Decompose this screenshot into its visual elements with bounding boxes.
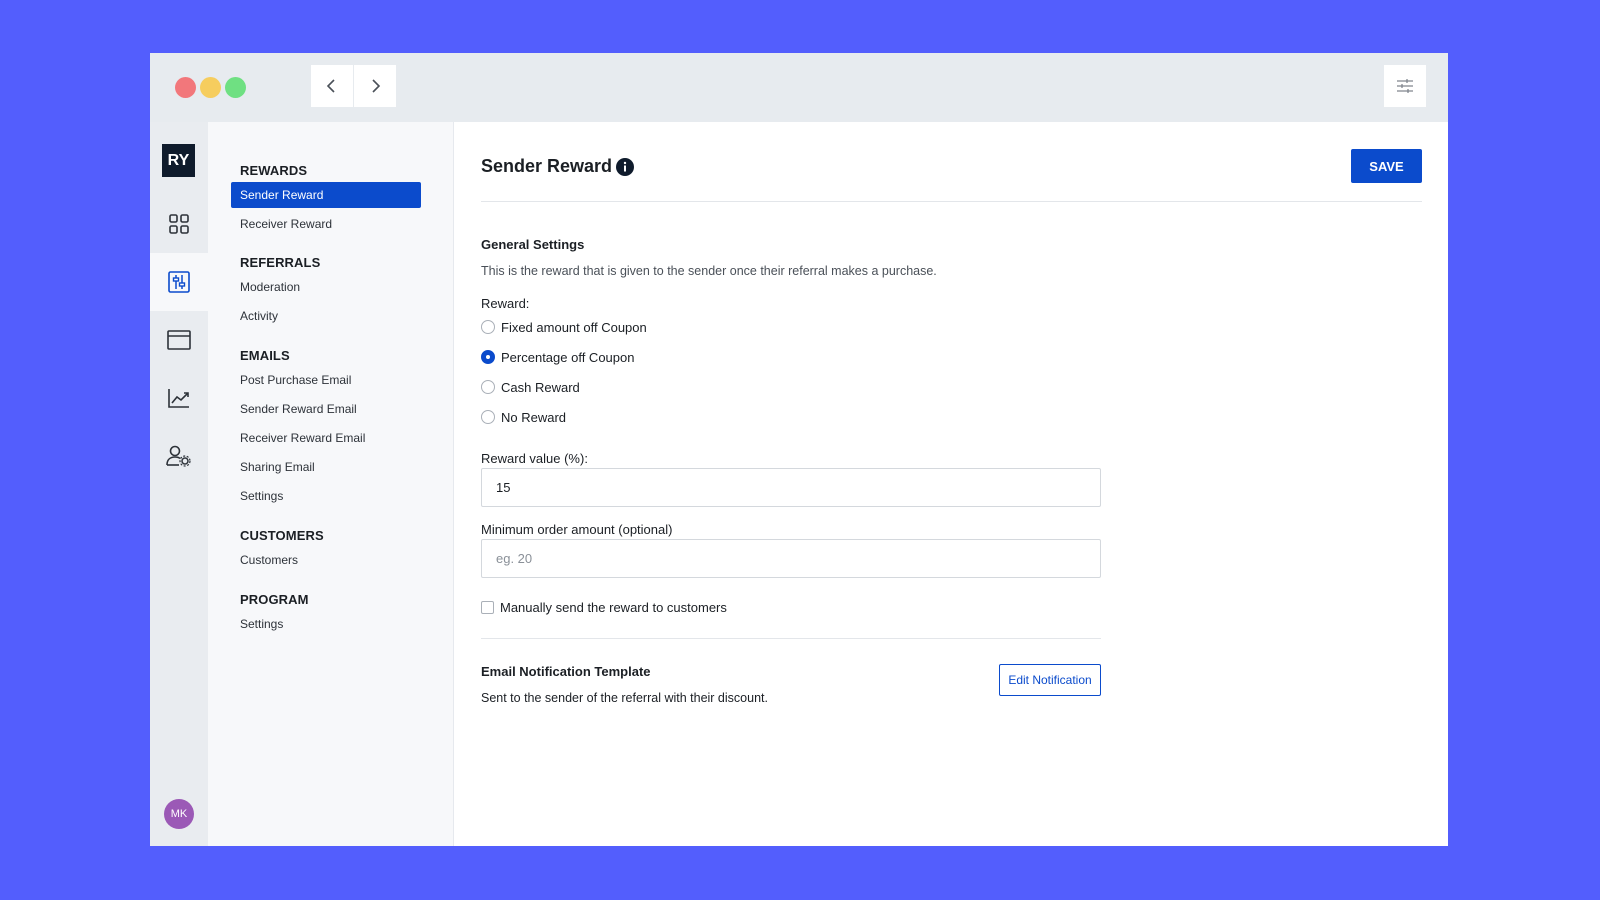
sidebar-item-sharing-email[interactable]: Sharing Email [231, 454, 421, 480]
rail-item-settings[interactable] [150, 253, 208, 311]
chevron-right-icon [372, 79, 381, 93]
minimum-order-input[interactable] [481, 539, 1101, 578]
info-icon[interactable] [616, 158, 634, 176]
radio-button[interactable] [481, 410, 495, 424]
trending-chart-icon [168, 389, 189, 408]
rail-item-users[interactable] [150, 427, 208, 485]
browser-window-icon [167, 330, 191, 350]
sidebar-item-receiver-reward[interactable]: Receiver Reward [231, 211, 421, 237]
edit-notification-button[interactable]: Edit Notification [999, 664, 1101, 696]
sidebar-item-customers[interactable]: Customers [231, 547, 421, 573]
reward-value-label: Reward value (%): [481, 451, 588, 466]
sidebar-item-program-settings[interactable]: Settings [231, 611, 421, 637]
icon-rail: RY MK [150, 122, 208, 846]
radio-button[interactable] [481, 380, 495, 394]
radio-label: Fixed amount off Coupon [501, 319, 647, 335]
reward-option-none[interactable]: No Reward [481, 408, 566, 426]
section-title-referrals: REFERRALS [240, 255, 321, 270]
manual-send-checkbox[interactable] [481, 601, 494, 614]
close-window-button[interactable] [175, 77, 196, 98]
sidebar-item-activity[interactable]: Activity [231, 303, 421, 329]
settings-menu-button[interactable] [1384, 65, 1426, 107]
user-settings-icon [166, 445, 191, 467]
rail-item-pages[interactable] [150, 311, 208, 369]
rail-item-analytics[interactable] [150, 369, 208, 427]
app-logo: RY [162, 144, 195, 177]
reward-label: Reward: [481, 296, 530, 311]
page-title: Sender Reward [481, 156, 613, 176]
section-title-emails: EMAILS [240, 348, 290, 363]
radio-label: Percentage off Coupon [501, 349, 635, 365]
header-divider [481, 201, 1422, 202]
radio-button[interactable] [481, 350, 495, 364]
email-template-description: Sent to the sender of the referral with … [481, 691, 768, 705]
user-avatar[interactable]: MK [164, 799, 194, 829]
save-button[interactable]: SAVE [1351, 149, 1422, 183]
minimize-window-button[interactable] [200, 77, 221, 98]
sliders-panel-icon [168, 271, 190, 293]
sidebar-item-receiver-reward-email[interactable]: Receiver Reward Email [231, 425, 421, 451]
reward-option-cash[interactable]: Cash Reward [481, 378, 580, 396]
radio-button[interactable] [481, 320, 495, 334]
sidebar-item-sender-reward[interactable]: Sender Reward [231, 182, 421, 208]
reward-value-input[interactable] [481, 468, 1101, 507]
general-settings-heading: General Settings [481, 237, 585, 252]
forward-button[interactable] [354, 65, 396, 107]
title-bar [150, 53, 1448, 122]
section-divider [481, 638, 1101, 639]
radio-label: Cash Reward [501, 379, 580, 395]
radio-label: No Reward [501, 409, 567, 425]
grid-icon [169, 214, 189, 234]
email-template-heading: Email Notification Template [481, 664, 651, 679]
sliders-icon [1397, 79, 1413, 93]
general-settings-description: This is the reward that is given to the … [481, 264, 937, 278]
chevron-left-icon [326, 79, 335, 93]
section-title-program: PROGRAM [240, 592, 309, 607]
back-button[interactable] [311, 65, 353, 107]
minimum-order-label: Minimum order amount (optional) [481, 522, 673, 537]
sidebar-item-post-purchase-email[interactable]: Post Purchase Email [231, 367, 421, 393]
sidebar-item-moderation[interactable]: Moderation [231, 274, 421, 300]
manual-send-label: Manually send the reward to customers [500, 600, 727, 615]
sidebar-item-sender-reward-email[interactable]: Sender Reward Email [231, 396, 421, 422]
manual-send-option[interactable]: Manually send the reward to customers [481, 600, 727, 615]
section-title-customers: CUSTOMERS [240, 528, 324, 543]
app-window: RY MK REWARDS Sender Reward Receiver Rew… [150, 53, 1448, 846]
settings-sidebar: REWARDS Sender Reward Receiver Reward RE… [208, 122, 454, 846]
maximize-window-button[interactable] [225, 77, 246, 98]
sidebar-item-email-settings[interactable]: Settings [231, 483, 421, 509]
main-content: Sender Reward SAVE General Settings This… [454, 122, 1448, 846]
reward-option-percentage[interactable]: Percentage off Coupon [481, 348, 634, 366]
rail-item-dashboard[interactable] [150, 195, 208, 253]
reward-option-fixed[interactable]: Fixed amount off Coupon [481, 318, 647, 336]
section-title-rewards: REWARDS [240, 163, 308, 178]
